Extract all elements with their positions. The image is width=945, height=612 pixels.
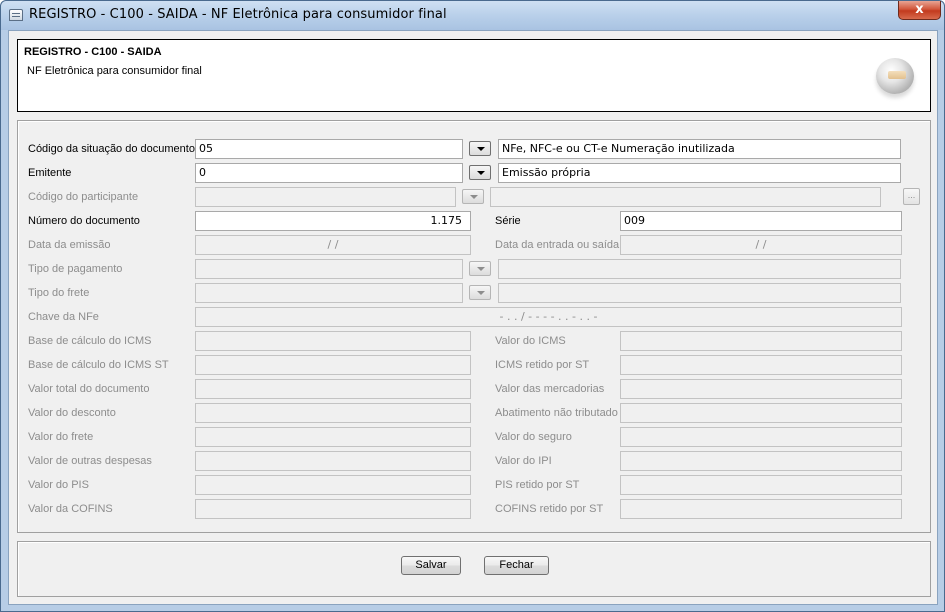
situacao-label: Código da situação do documento bbox=[28, 143, 195, 155]
situacao-description-field[interactable]: NFe, NFC-e ou CT-e Numeração inutilizada bbox=[498, 139, 901, 159]
left-field-label: Valor total do documento bbox=[28, 383, 150, 395]
cofins-retido-st-field[interactable] bbox=[620, 499, 902, 519]
numero-label: Número do documento bbox=[28, 215, 140, 227]
dialog-window: REGISTRO - C100 - SAIDA - NF Eletrônica … bbox=[0, 0, 945, 612]
tipo-frete-label: Tipo do frete bbox=[28, 287, 90, 299]
participante-dropdown-button[interactable] bbox=[462, 189, 484, 204]
header-panel: REGISTRO - C100 - SAIDA NF Eletrônica pa… bbox=[17, 39, 931, 112]
window-close-button[interactable]: x bbox=[898, 1, 941, 20]
serie-label: Série bbox=[495, 215, 521, 227]
right-field-label: Abatimento não tributado bbox=[495, 407, 618, 419]
right-field-label: COFINS retido por ST bbox=[495, 503, 604, 515]
right-field-label: Valor do seguro bbox=[495, 431, 572, 443]
title-bar[interactable]: REGISTRO - C100 - SAIDA - NF Eletrônica … bbox=[1, 1, 944, 30]
participante-description-field[interactable] bbox=[490, 187, 881, 207]
icms-retido-st-field[interactable] bbox=[620, 355, 902, 375]
left-field-label: Valor do PIS bbox=[28, 479, 89, 491]
form-panel: Código da situação do documento 05 NFe, … bbox=[17, 120, 931, 533]
serie-field[interactable]: 009 bbox=[620, 211, 902, 231]
save-button[interactable]: Salvar bbox=[401, 556, 461, 575]
right-field-label: ICMS retido por ST bbox=[495, 359, 590, 371]
valor-outras-despesas-field[interactable] bbox=[195, 451, 471, 471]
right-field-label: Valor das mercadorias bbox=[495, 383, 605, 395]
numero-field[interactable]: 1.175 bbox=[195, 211, 471, 231]
chave-nfe-field[interactable]: - . . / - - - - . . - . . - bbox=[195, 307, 902, 327]
window-title: REGISTRO - C100 - SAIDA - NF Eletrônica … bbox=[29, 7, 447, 22]
right-field-label: Valor do IPI bbox=[495, 455, 552, 467]
data-entrada-label: Data da entrada ou saída bbox=[495, 239, 620, 251]
tipo-pagamento-code-field[interactable] bbox=[195, 259, 463, 279]
left-field-label: Valor do desconto bbox=[28, 407, 116, 419]
right-field-label: Valor do ICMS bbox=[495, 335, 566, 347]
header-title: REGISTRO - C100 - SAIDA bbox=[24, 46, 162, 58]
emitente-code-field[interactable]: 0 bbox=[195, 163, 463, 183]
data-entrada-field[interactable]: / / bbox=[620, 235, 902, 255]
base-icms-st-field[interactable] bbox=[195, 355, 471, 375]
left-field-label: Base de cálculo do ICMS bbox=[28, 335, 152, 347]
valor-icms-field[interactable] bbox=[620, 331, 902, 351]
valor-ipi-field[interactable] bbox=[620, 451, 902, 471]
valor-mercadorias-field[interactable] bbox=[620, 379, 902, 399]
window-app-icon bbox=[9, 9, 23, 21]
left-field-label: Valor do frete bbox=[28, 431, 94, 443]
situacao-dropdown-button[interactable] bbox=[469, 141, 491, 156]
button-panel: Salvar Fechar bbox=[17, 541, 931, 597]
participante-label: Código do participante bbox=[28, 191, 139, 203]
emitente-label: Emitente bbox=[28, 167, 72, 179]
tipo-frete-dropdown-button[interactable] bbox=[469, 285, 491, 300]
valor-cofins-field[interactable] bbox=[195, 499, 471, 519]
dialog-client-area: REGISTRO - C100 - SAIDA NF Eletrônica pa… bbox=[8, 30, 938, 605]
situacao-code-field[interactable]: 05 bbox=[195, 139, 463, 159]
tipo-pagamento-description-field[interactable] bbox=[498, 259, 901, 279]
tipo-pagamento-label: Tipo de pagamento bbox=[28, 263, 123, 275]
data-emissao-label: Data da emissão bbox=[28, 239, 111, 251]
left-field-label: Base de cálculo do ICMS ST bbox=[28, 359, 169, 371]
data-emissao-field[interactable]: / / bbox=[195, 235, 471, 255]
valor-seguro-field[interactable] bbox=[620, 427, 902, 447]
chave-nfe-label: Chave da NFe bbox=[28, 311, 99, 323]
tipo-frete-description-field[interactable] bbox=[498, 283, 901, 303]
abatimento-field[interactable] bbox=[620, 403, 902, 423]
right-field-label: PIS retido por ST bbox=[495, 479, 580, 491]
emitente-description-field[interactable]: Emissão própria bbox=[498, 163, 901, 183]
tipo-pagamento-dropdown-button[interactable] bbox=[469, 261, 491, 276]
valor-desconto-field[interactable] bbox=[195, 403, 471, 423]
valor-frete-field[interactable] bbox=[195, 427, 471, 447]
emitente-dropdown-button[interactable] bbox=[469, 165, 491, 180]
pis-retido-st-field[interactable] bbox=[620, 475, 902, 495]
base-icms-field[interactable] bbox=[195, 331, 471, 351]
tipo-frete-code-field[interactable] bbox=[195, 283, 463, 303]
participante-code-field[interactable] bbox=[195, 187, 456, 207]
participante-lookup-button[interactable]: ... bbox=[903, 188, 920, 205]
logo-icon bbox=[876, 58, 914, 94]
valor-total-field[interactable] bbox=[195, 379, 471, 399]
left-field-label: Valor da COFINS bbox=[28, 503, 113, 515]
valor-pis-field[interactable] bbox=[195, 475, 471, 495]
close-button[interactable]: Fechar bbox=[484, 556, 549, 575]
header-subtitle: NF Eletrônica para consumidor final bbox=[27, 65, 202, 77]
left-field-label: Valor de outras despesas bbox=[28, 455, 152, 467]
